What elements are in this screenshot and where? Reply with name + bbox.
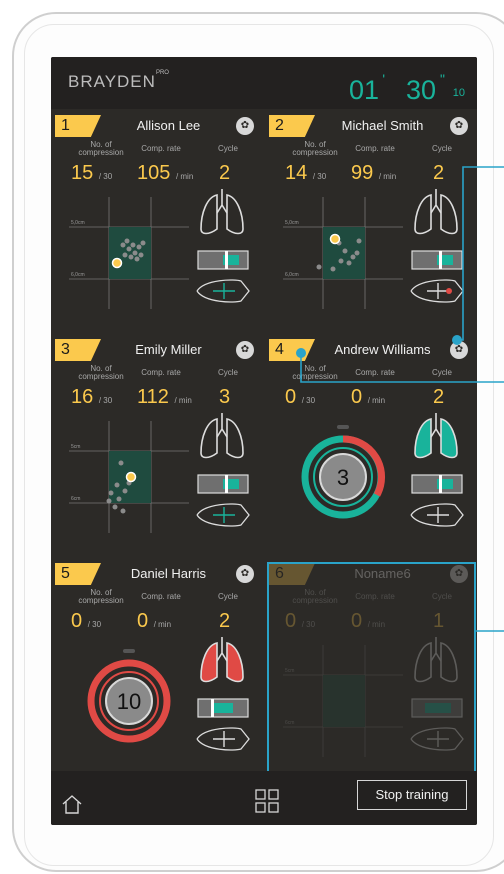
plot-label-top: 5cm [71, 444, 80, 450]
card-header: 1 Allison Lee ✿ [55, 115, 262, 137]
card-header: 3 Emily Miller ✿ [55, 339, 262, 361]
depth-meter [411, 250, 463, 270]
cycle-count: 3 [219, 386, 231, 408]
trainee-number: 2 [269, 115, 315, 137]
compression-rate: 112 / min [137, 386, 192, 408]
ventilation-icon [410, 503, 464, 527]
card-header: 2 Michael Smith ✿ [269, 115, 476, 137]
lungs-icon [414, 189, 458, 235]
compression-count: 16 / 30 [71, 386, 113, 408]
compression-rate: 99 / min [351, 162, 397, 184]
timer-seconds: 30 [405, 75, 436, 105]
lungs-icon [414, 413, 458, 459]
plot-label-top: 5,0cm [71, 220, 85, 226]
trainee-card-4[interactable]: 4 Andrew Williams ✿ No. of compression C… [269, 339, 476, 557]
compression-rate: 0 / min [351, 386, 386, 408]
trainee-card-2[interactable]: 2 Michael Smith ✿ No. of compression Com… [269, 115, 476, 333]
trainee-card-5[interactable]: 5 Daniel Harris ✿ No. of compression Com… [55, 563, 262, 781]
depth-meter [411, 474, 463, 494]
stop-training-button[interactable]: Stop training [357, 780, 467, 810]
trainee-name: Allison Lee [136, 118, 201, 133]
plot-label-bottom: 6,0cm [285, 272, 299, 278]
ventilation-icon [196, 727, 250, 751]
timer-minutes: 01 [348, 75, 379, 105]
home-icon[interactable] [61, 793, 83, 815]
compression-label: No. of compression [78, 588, 124, 605]
plot-label-top: 5,0cm [285, 220, 299, 226]
depth-position-plot: 5,0cm 6,0cm [283, 197, 403, 309]
compression-count: 0 / 30 [285, 386, 316, 408]
ventilation-icon [410, 279, 464, 303]
trainee-name: Emily Miller [135, 342, 202, 357]
timer-second-mark: " [440, 71, 445, 87]
trainee-number: 3 [55, 339, 101, 361]
compression-label: No. of compression [292, 140, 338, 157]
lungs-icon [200, 189, 244, 235]
inactive-slot-highlight [267, 562, 476, 774]
rate-label: Comp. rate [141, 144, 181, 153]
cycle-count: 2 [433, 386, 445, 408]
grid-view-icon[interactable] [255, 789, 279, 813]
compression-label: No. of compression [78, 364, 124, 381]
cycle-count: 2 [219, 162, 231, 184]
settings-icon[interactable]: ✿ [236, 117, 254, 135]
settings-icon[interactable]: ✿ [450, 117, 468, 135]
rate-label: Comp. rate [141, 592, 181, 601]
compression-rate: 0 / min [137, 610, 172, 632]
trainee-card-3[interactable]: 3 Emily Miller ✿ No. of compression Comp… [55, 339, 262, 557]
trainee-name: Andrew Williams [334, 342, 431, 357]
ventilation-icon [196, 279, 250, 303]
app-screen: BRAYDENPRO 01 ' 30 " 10 1 Allison Lee ✿ … [51, 57, 477, 825]
depth-position-plot: 5cm 6cm [69, 421, 189, 533]
compression-count: 14 / 30 [285, 162, 327, 184]
cycle-label: Cycle [217, 368, 238, 377]
depth-meter [197, 474, 249, 494]
pause-countdown-dial: 10 [87, 649, 171, 743]
plot-label-bottom: 6,0cm [71, 272, 85, 278]
plot-label-bottom: 6cm [71, 496, 80, 502]
rate-label: Comp. rate [355, 368, 395, 377]
settings-icon[interactable]: ✿ [236, 565, 254, 583]
bottom-bar: Stop training [51, 771, 477, 825]
cycle-label: Cycle [217, 144, 238, 153]
trainee-number: 4 [269, 339, 315, 361]
countdown-number: 10 [117, 689, 141, 714]
cycle-label: Cycle [431, 368, 452, 377]
trainee-number: 1 [55, 115, 101, 137]
cycle-count: 2 [219, 610, 231, 632]
rate-label: Comp. rate [141, 368, 181, 377]
card-header: 4 Andrew Williams ✿ [269, 339, 476, 361]
cycle-label: Cycle [431, 144, 452, 153]
depth-position-plot: 5,0cm 6,0cm [69, 197, 189, 309]
settings-icon[interactable]: ✿ [450, 341, 468, 359]
top-bar: BRAYDENPRO 01 ' 30 " 10 [51, 57, 477, 109]
trainee-number: 5 [55, 563, 101, 585]
ventilation-icon [196, 503, 250, 527]
card-header: 5 Daniel Harris ✿ [55, 563, 262, 585]
compression-label: No. of compression [292, 364, 338, 381]
brand-logo: BRAYDENPRO [68, 70, 169, 91]
compression-count: 0 / 30 [71, 610, 102, 632]
settings-icon[interactable]: ✿ [236, 341, 254, 359]
depth-meter [197, 250, 249, 270]
pause-countdown-dial: 3 [301, 425, 386, 519]
cycle-count: 2 [433, 162, 445, 184]
trainee-name: Daniel Harris [130, 566, 207, 581]
compression-label: No. of compression [78, 140, 124, 157]
lungs-icon [200, 413, 244, 459]
compression-rate: 105 / min [137, 162, 194, 184]
rate-label: Comp. rate [355, 144, 395, 153]
cycle-label: Cycle [217, 592, 238, 601]
lungs-icon [200, 637, 244, 683]
countdown-number: 3 [337, 465, 349, 490]
compression-count: 15 / 30 [71, 162, 113, 184]
depth-meter [197, 698, 249, 718]
trainee-card-1[interactable]: 1 Allison Lee ✿ No. of compression Comp.… [55, 115, 262, 333]
timer-minute-mark: ' [382, 71, 385, 87]
trainee-name: Michael Smith [341, 118, 424, 133]
timer-centis: 10 [452, 87, 465, 99]
